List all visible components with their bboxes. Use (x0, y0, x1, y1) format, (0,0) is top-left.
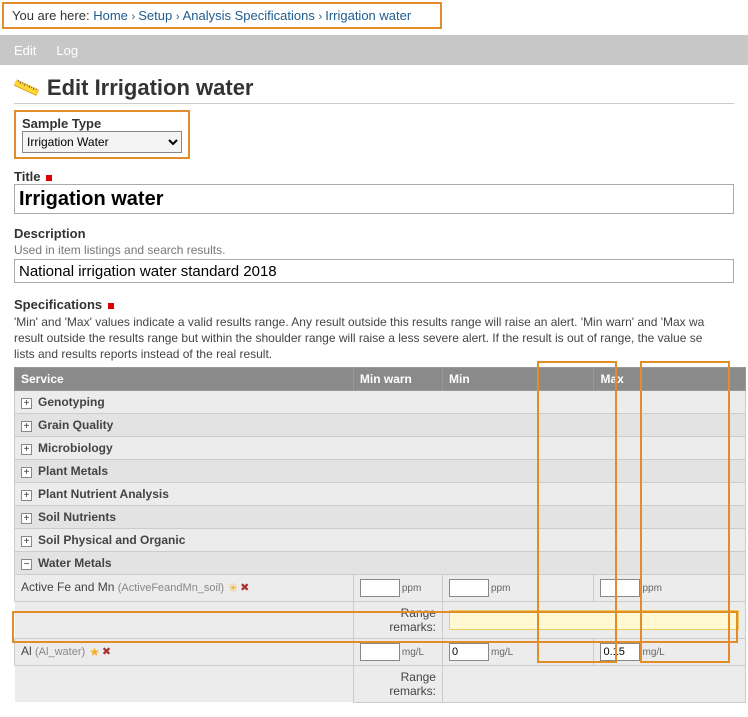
description-label: Description (14, 226, 86, 241)
minwarn-input[interactable] (360, 643, 400, 661)
breadcrumb-prefix: You are here: (12, 8, 90, 23)
expand-toggle[interactable]: + (21, 398, 32, 409)
unit-label: mg/L (491, 647, 513, 658)
wrench-icon: ✖ (240, 581, 249, 595)
range-remarks-input[interactable] (449, 610, 739, 630)
breadcrumb-current[interactable]: Irrigation water (325, 8, 411, 23)
tab-edit[interactable]: Edit (14, 43, 36, 58)
tab-bar: Edit Log (0, 35, 748, 65)
max-input[interactable] (600, 643, 640, 661)
unit-label: ppm (402, 583, 421, 594)
sample-type-select[interactable]: Irrigation Water (22, 131, 182, 153)
title-label: Title (14, 169, 41, 184)
service-icons: ✳✖ (228, 581, 249, 595)
category-name[interactable]: Microbiology (38, 441, 113, 455)
unit-label: ppm (491, 583, 510, 594)
col-min: Min (442, 367, 594, 390)
col-max: Max (594, 367, 746, 390)
expand-toggle[interactable]: + (21, 467, 32, 478)
col-service: Service (15, 367, 354, 390)
description-hint: Used in item listings and search results… (14, 243, 734, 257)
range-remarks-label: Range remarks: (353, 601, 442, 638)
expand-toggle[interactable]: + (21, 513, 32, 524)
unit-label: mg/L (642, 647, 664, 658)
range-remarks-label: Range remarks: (353, 665, 442, 702)
expand-toggle[interactable]: + (21, 444, 32, 455)
specifications-help3: lists and results reports instead of the… (14, 346, 748, 362)
sample-type-label: Sample Type (22, 116, 101, 131)
expand-toggle[interactable]: + (21, 421, 32, 432)
page-title: Edit Irrigation water (47, 75, 254, 101)
category-name[interactable]: Plant Nutrient Analysis (38, 487, 169, 501)
breadcrumb: You are here: Home › Setup › Analysis Sp… (2, 2, 442, 29)
spec-table: Service Min warn Min Max + Genotyping + Gra… (14, 367, 746, 703)
star-icon: ★ (89, 645, 100, 659)
specifications-help2: result outside the results range but wit… (14, 330, 748, 346)
category-name[interactable]: Water Metals (38, 556, 112, 570)
specifications-label: Specifications (14, 297, 102, 312)
wrench-icon: ✖ (102, 645, 111, 659)
required-icon (108, 303, 114, 309)
expand-toggle[interactable]: − (21, 559, 32, 570)
breadcrumb-home[interactable]: Home (93, 8, 128, 23)
category-name[interactable]: Soil Physical and Organic (38, 533, 185, 547)
tab-log[interactable]: Log (56, 43, 78, 58)
col-minwarn: Min warn (353, 367, 442, 390)
max-input[interactable] (600, 579, 640, 597)
expand-toggle[interactable]: + (21, 536, 32, 547)
description-input[interactable] (14, 259, 734, 283)
min-input[interactable] (449, 643, 489, 661)
unit-label: ppm (642, 583, 661, 594)
sample-type-box: Sample Type Irrigation Water (14, 110, 190, 159)
category-name[interactable]: Soil Nutrients (38, 510, 116, 524)
breadcrumb-sep: › (176, 11, 183, 23)
analysis-service-cell: Active Fe and Mn (ActiveFeandMn_soil)✳✖ (15, 574, 354, 601)
category-name[interactable]: Grain Quality (38, 418, 113, 432)
min-input[interactable] (449, 579, 489, 597)
required-icon (46, 175, 52, 181)
title-input[interactable] (14, 184, 734, 214)
minwarn-input[interactable] (360, 579, 400, 597)
analysis-service-cell: Al (Al_water)★✖ (15, 638, 354, 665)
category-name[interactable]: Genotyping (38, 395, 105, 409)
unit-label: mg/L (402, 647, 424, 658)
expand-toggle[interactable]: + (21, 490, 32, 501)
specifications-help: 'Min' and 'Max' values indicate a valid … (14, 314, 748, 330)
ruler-icon: 📏 (10, 72, 42, 104)
service-icons: ★✖ (89, 645, 111, 659)
star-icon: ✳ (228, 581, 238, 595)
breadcrumb-analysis-specs[interactable]: Analysis Specifications (183, 8, 315, 23)
category-name[interactable]: Plant Metals (38, 464, 108, 478)
breadcrumb-setup[interactable]: Setup (138, 8, 172, 23)
